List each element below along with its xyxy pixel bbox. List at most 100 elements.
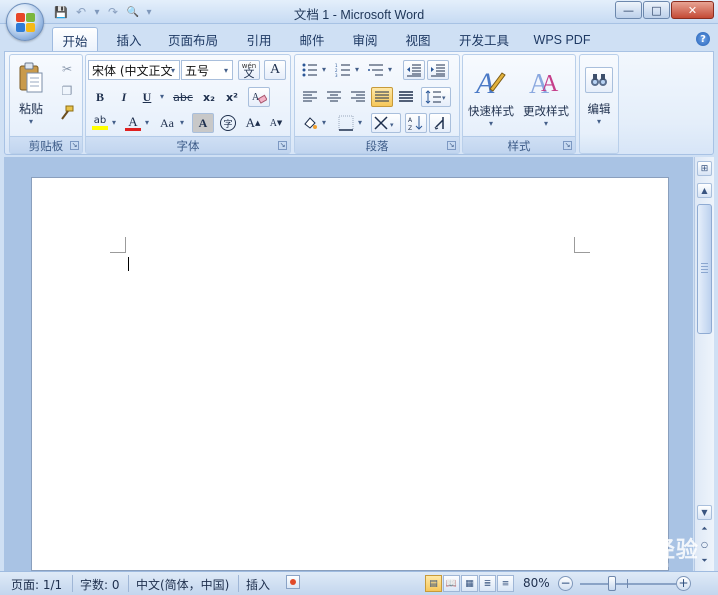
justify-button[interactable]	[371, 87, 393, 107]
italic-button[interactable]: I	[113, 87, 135, 107]
clipboard-launcher-icon[interactable]: ↘	[70, 141, 79, 150]
change-case-button[interactable]: Aa	[155, 113, 179, 133]
multilevel-list-button[interactable]	[365, 60, 387, 80]
vertical-scrollbar[interactable]: ⊞ ▲ ▼ ⏶ ○ ⏷	[694, 157, 714, 571]
format-painter-icon[interactable]	[56, 103, 78, 123]
bullets-dropdown-icon[interactable]: ▾	[322, 65, 326, 74]
status-insert-mode[interactable]: 插入	[246, 576, 270, 593]
enclose-characters-button[interactable]: 字	[217, 113, 239, 133]
underline-button[interactable]: U	[136, 87, 158, 107]
tab-insert[interactable]: 插入	[106, 28, 152, 51]
shrink-font-button[interactable]: A ▼	[265, 113, 287, 133]
web-layout-icon[interactable]: ▦	[461, 575, 478, 592]
font-color-dropdown-icon[interactable]: ▾	[145, 118, 149, 127]
clear-formatting-button[interactable]: A	[248, 87, 270, 107]
numbering-dropdown-icon[interactable]: ▾	[355, 65, 359, 74]
group-styles: A 快速样式 ▾ A A 更改样式 ▾ 样式 ↘	[462, 54, 576, 154]
font-size-dropdown-icon[interactable]: ▾	[220, 61, 232, 79]
tab-developer[interactable]: 开发工具	[452, 28, 516, 51]
borders-button[interactable]	[335, 113, 357, 133]
scroll-up-button[interactable]: ▲	[697, 183, 712, 198]
zoom-slider-thumb[interactable]	[608, 576, 616, 591]
strikethrough-button[interactable]: abc	[170, 87, 196, 107]
styles-launcher-icon[interactable]: ↘	[563, 141, 572, 150]
multilevel-dropdown-icon[interactable]: ▾	[388, 65, 392, 74]
paste-dropdown-icon[interactable]: ▾	[29, 117, 33, 126]
show-marks-button[interactable]	[429, 113, 451, 133]
copy-icon[interactable]: ❐	[56, 81, 78, 101]
increase-indent-button[interactable]	[427, 60, 449, 80]
change-styles-dropdown-icon[interactable]: ▾	[544, 119, 548, 128]
superscript-button[interactable]: x²	[221, 87, 243, 107]
paste-button[interactable]: 粘贴 ▾	[14, 59, 48, 129]
highlight-dropdown-icon[interactable]: ▾	[112, 118, 116, 127]
quick-styles-button[interactable]: A 快速样式 ▾	[465, 57, 517, 135]
draft-view-icon[interactable]: ≡	[497, 575, 514, 592]
shading-dropdown-icon[interactable]: ▾	[322, 118, 326, 127]
status-page[interactable]: 页面: 1/1	[11, 576, 62, 593]
grow-font-button[interactable]: A ▲	[242, 113, 264, 133]
scrollbar-thumb[interactable]	[697, 204, 712, 334]
numbering-button[interactable]: 123	[332, 60, 354, 80]
status-language[interactable]: 中文(简体，中国)	[136, 576, 229, 593]
zoom-slider-track[interactable]	[580, 583, 676, 585]
align-center-button[interactable]	[323, 87, 345, 107]
tab-view[interactable]: 视图	[395, 28, 441, 51]
editing-button[interactable]: 编辑 ▾	[581, 57, 617, 135]
status-word-count[interactable]: 字数: 0	[80, 576, 120, 593]
distributed-button[interactable]	[395, 87, 417, 107]
previous-page-button[interactable]: ⏶	[697, 521, 712, 536]
sort-button[interactable]: AZ	[405, 113, 427, 133]
close-button[interactable]: ✕	[671, 1, 714, 19]
bold-button[interactable]: B	[89, 87, 111, 107]
font-name-dropdown-icon[interactable]: ▾	[167, 61, 179, 79]
ruler-toggle-icon[interactable]: ⊞	[697, 161, 712, 176]
paragraph-launcher-icon[interactable]: ↘	[447, 141, 456, 150]
underline-dropdown-icon[interactable]: ▾	[160, 92, 164, 101]
cut-icon[interactable]: ✂	[56, 59, 78, 79]
line-spacing-button[interactable]: ▾	[421, 87, 451, 107]
borders-dropdown-icon[interactable]: ▾	[358, 118, 362, 127]
outline-view-icon[interactable]: ≣	[479, 575, 496, 592]
chinese-layout-button[interactable]: ▾	[371, 113, 401, 133]
print-layout-view-icon[interactable]: ▤	[425, 575, 442, 592]
maximize-button[interactable]: □	[643, 1, 670, 19]
tab-mailings[interactable]: 邮件	[289, 28, 335, 51]
align-left-button[interactable]	[299, 87, 321, 107]
character-shading-button[interactable]: A	[192, 113, 214, 133]
tab-review[interactable]: 审阅	[342, 28, 388, 51]
align-right-button[interactable]	[347, 87, 369, 107]
font-color-button[interactable]: A	[122, 113, 144, 133]
macro-record-icon[interactable]	[286, 575, 300, 589]
full-screen-reading-icon[interactable]: 📖	[443, 575, 460, 592]
help-icon[interactable]: ?	[696, 32, 710, 46]
font-name-select[interactable]: 宋体 (中文正文 ▾	[88, 60, 180, 80]
bullets-button[interactable]	[299, 60, 321, 80]
zoom-in-button[interactable]: +	[676, 576, 691, 591]
svg-text:A: A	[252, 92, 260, 103]
highlight-color-button[interactable]: ab	[89, 113, 111, 133]
phonetic-guide-button[interactable]: wén 文	[238, 60, 260, 80]
tab-page-layout[interactable]: 页面布局	[160, 28, 226, 51]
next-page-button[interactable]: ⏷	[697, 553, 712, 568]
browse-object-button[interactable]: ○	[697, 537, 712, 552]
scroll-down-button[interactable]: ▼	[697, 505, 712, 520]
change-case-dropdown-icon[interactable]: ▾	[180, 118, 184, 127]
tab-references[interactable]: 引用	[236, 28, 282, 51]
character-border-button[interactable]: A	[264, 60, 286, 80]
styles-group-label: 样式	[463, 136, 575, 153]
change-styles-button[interactable]: A A 更改样式 ▾	[519, 57, 573, 135]
zoom-out-button[interactable]: −	[558, 576, 573, 591]
decrease-indent-button[interactable]	[403, 60, 425, 80]
shading-button[interactable]	[299, 113, 321, 133]
tab-wps-pdf[interactable]: WPS PDF	[526, 28, 598, 51]
tab-home[interactable]: 开始	[52, 27, 98, 52]
quick-styles-dropdown-icon[interactable]: ▾	[489, 119, 493, 128]
font-size-select[interactable]: 五号 ▾	[181, 60, 233, 80]
office-button[interactable]	[6, 3, 44, 41]
zoom-level[interactable]: 80%	[523, 576, 550, 590]
font-launcher-icon[interactable]: ↘	[278, 141, 287, 150]
subscript-button[interactable]: x₂	[198, 87, 220, 107]
editing-dropdown-icon[interactable]: ▾	[597, 117, 601, 126]
minimize-button[interactable]: —	[615, 1, 642, 19]
